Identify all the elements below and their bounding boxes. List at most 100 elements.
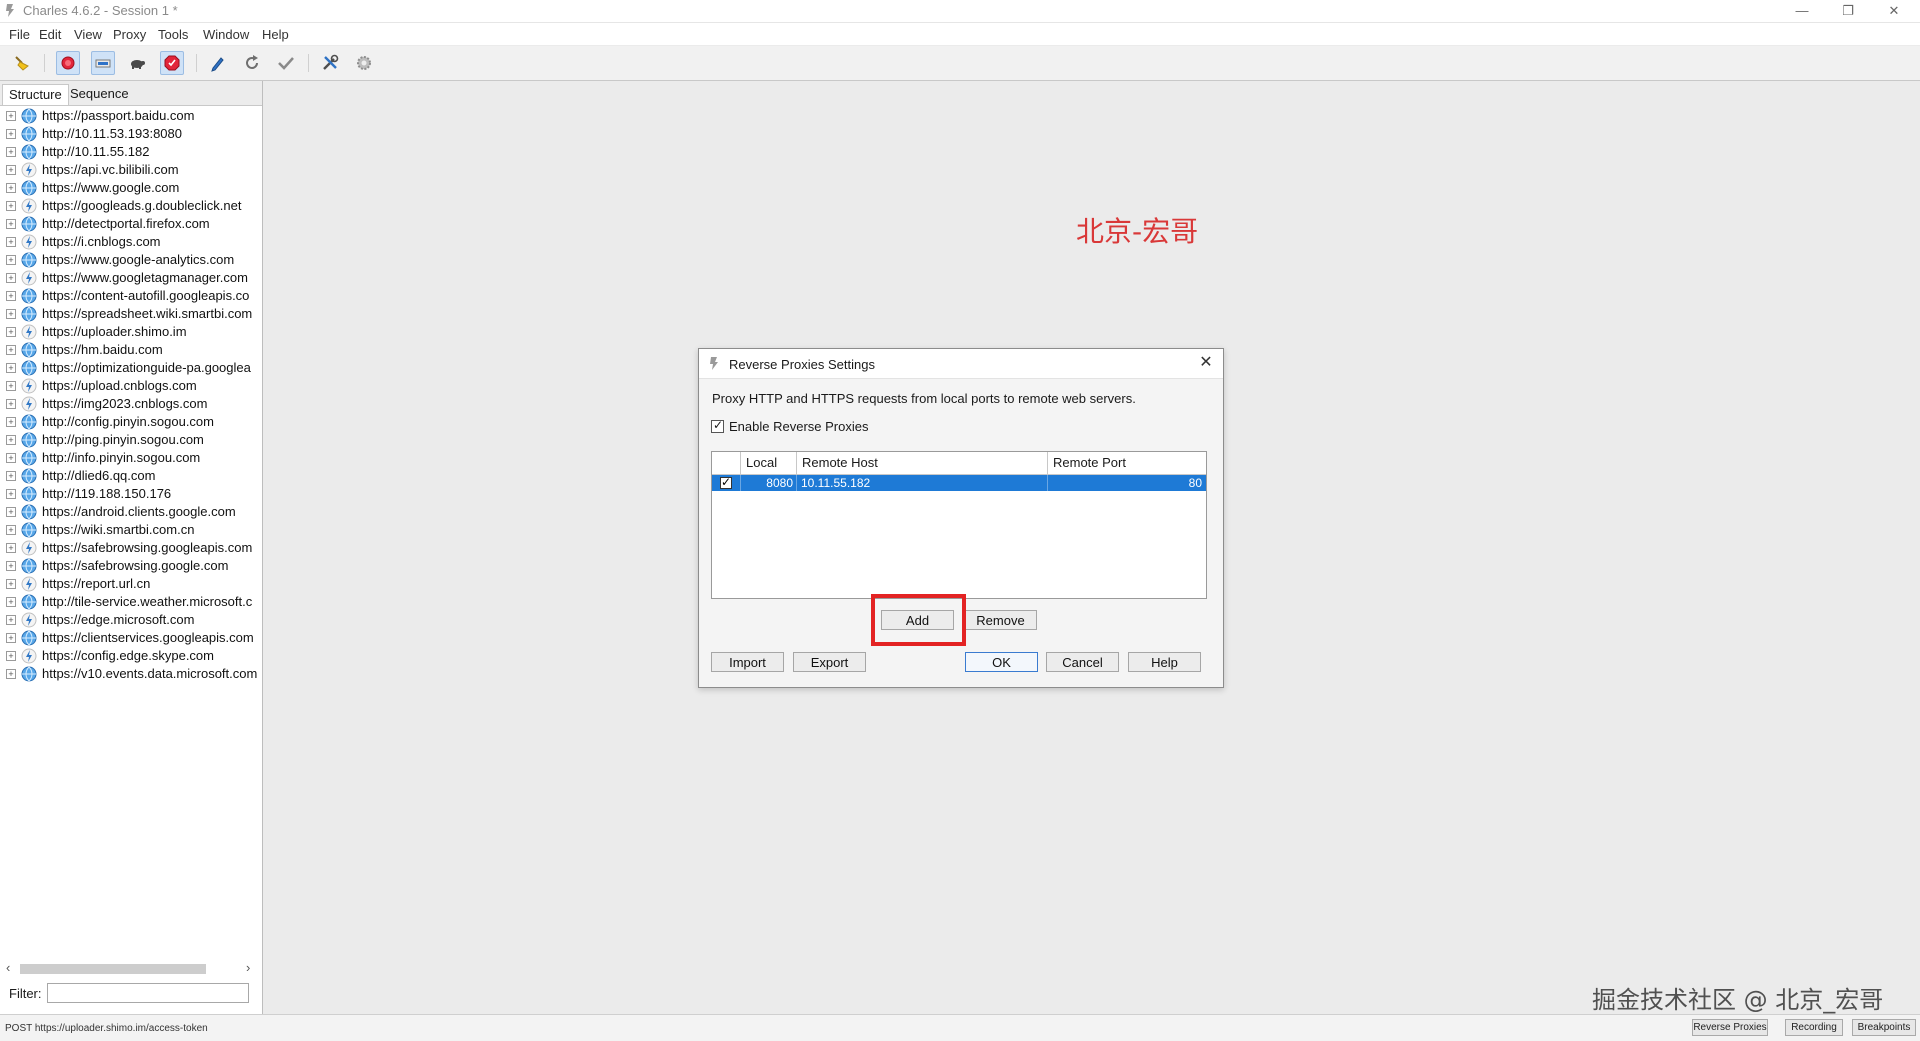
tree-row[interactable]: + https://safebrowsing.googleapis.com <box>0 539 262 557</box>
menu-view[interactable]: View <box>74 27 102 42</box>
tree-row[interactable]: + https://v10.events.data.microsoft.com <box>0 665 262 683</box>
tree-row[interactable]: + http://dlied6.qq.com <box>0 467 262 485</box>
tree-row[interactable]: + https://googleads.g.doubleclick.net <box>0 197 262 215</box>
tree-row[interactable]: + https://report.url.cn <box>0 575 262 593</box>
expand-icon[interactable]: + <box>6 381 16 391</box>
menu-file[interactable]: File <box>9 27 30 42</box>
close-window-button[interactable]: ✕ <box>1872 0 1916 22</box>
expand-icon[interactable]: + <box>6 201 16 211</box>
expand-icon[interactable]: + <box>6 111 16 121</box>
expand-icon[interactable]: + <box>6 291 16 301</box>
tree-row[interactable]: + http://119.188.150.176 <box>0 485 262 503</box>
gear-icon[interactable] <box>352 51 376 75</box>
expand-icon[interactable]: + <box>6 615 16 625</box>
cancel-button[interactable]: Cancel <box>1046 652 1119 672</box>
filter-input[interactable] <box>47 983 249 1003</box>
row-enabled-checkbox[interactable]: ✓ <box>720 475 732 489</box>
enable-checkbox-icon[interactable]: ✓ <box>711 418 724 433</box>
tree-row[interactable]: + https://hm.baidu.com <box>0 341 262 359</box>
refresh-icon[interactable] <box>240 51 264 75</box>
turtle-icon[interactable] <box>125 51 149 75</box>
tree-row[interactable]: + https://spreadsheet.wiki.smartbi.com <box>0 305 262 323</box>
tree-row[interactable]: + http://tile-service.weather.microsoft.c <box>0 593 262 611</box>
tree-row[interactable]: + https://www.google.com <box>0 179 262 197</box>
menu-help[interactable]: Help <box>262 27 289 42</box>
breakpoint-icon[interactable] <box>160 51 184 75</box>
menu-edit[interactable]: Edit <box>39 27 61 42</box>
tree-row[interactable]: + http://ping.pinyin.sogou.com <box>0 431 262 449</box>
menu-tools[interactable]: Tools <box>158 27 188 42</box>
tree-row[interactable]: + https://optimizationguide-pa.googlea <box>0 359 262 377</box>
tree-row[interactable]: + http://10.11.55.182 <box>0 143 262 161</box>
tree-row[interactable]: + https://edge.microsoft.com <box>0 611 262 629</box>
expand-icon[interactable]: + <box>6 651 16 661</box>
expand-icon[interactable]: + <box>6 669 16 679</box>
column-remote-host[interactable]: Remote Host <box>796 452 1047 474</box>
expand-icon[interactable]: + <box>6 147 16 157</box>
minimize-button[interactable]: — <box>1780 0 1824 22</box>
expand-icon[interactable]: + <box>6 327 16 337</box>
expand-icon[interactable]: + <box>6 597 16 607</box>
expand-icon[interactable]: + <box>6 237 16 247</box>
expand-icon[interactable]: + <box>6 579 16 589</box>
status-recording-button[interactable]: Recording <box>1785 1019 1843 1036</box>
scroll-left-icon[interactable]: ‹ <box>6 960 10 975</box>
expand-icon[interactable]: + <box>6 309 16 319</box>
record-icon[interactable] <box>56 51 80 75</box>
expand-icon[interactable]: + <box>6 471 16 481</box>
tree-row[interactable]: + http://detectportal.firefox.com <box>0 215 262 233</box>
expand-icon[interactable]: + <box>6 255 16 265</box>
tree-row[interactable]: + https://www.googletagmanager.com <box>0 269 262 287</box>
menu-proxy[interactable]: Proxy <box>113 27 146 42</box>
tree-row[interactable]: + http://10.11.53.193:8080 <box>0 125 262 143</box>
table-row[interactable]: ✓ 8080 10.11.55.182 80 <box>712 475 1206 491</box>
column-remote-port[interactable]: Remote Port <box>1047 452 1206 474</box>
tree-horizontal-scrollbar[interactable]: ‹ › <box>6 960 254 975</box>
expand-icon[interactable]: + <box>6 525 16 535</box>
tree-row[interactable]: + http://config.pinyin.sogou.com <box>0 413 262 431</box>
expand-icon[interactable]: + <box>6 363 16 373</box>
restore-button[interactable]: ❐ <box>1826 0 1870 22</box>
broom-icon[interactable] <box>10 51 34 75</box>
column-local-port[interactable]: Local Port <box>740 452 796 492</box>
menu-window[interactable]: Window <box>203 27 249 42</box>
tree-row[interactable]: + https://www.google-analytics.com <box>0 251 262 269</box>
check-icon[interactable] <box>274 51 298 75</box>
scroll-thumb[interactable] <box>20 964 206 974</box>
tree-row[interactable]: + https://wiki.smartbi.com.cn <box>0 521 262 539</box>
expand-icon[interactable]: + <box>6 219 16 229</box>
expand-icon[interactable]: + <box>6 507 16 517</box>
tools-icon[interactable] <box>318 51 342 75</box>
expand-icon[interactable]: + <box>6 435 16 445</box>
tree-row[interactable]: + https://clientservices.googleapis.com <box>0 629 262 647</box>
scroll-right-icon[interactable]: › <box>246 960 250 975</box>
tab-sequence[interactable]: Sequence <box>64 84 135 104</box>
expand-icon[interactable]: + <box>6 399 16 409</box>
tree-row[interactable]: + https://safebrowsing.google.com <box>0 557 262 575</box>
tree-row[interactable]: + https://i.cnblogs.com <box>0 233 262 251</box>
status-breakpoints-button[interactable]: Breakpoints <box>1852 1019 1916 1036</box>
status-reverse-proxies-button[interactable]: Reverse Proxies <box>1692 1019 1768 1036</box>
tree-row[interactable]: + https://img2023.cnblogs.com <box>0 395 262 413</box>
ok-button[interactable]: OK <box>965 652 1038 672</box>
pen-icon[interactable] <box>206 51 230 75</box>
expand-icon[interactable]: + <box>6 129 16 139</box>
tree-row[interactable]: + https://android.clients.google.com <box>0 503 262 521</box>
dialog-close-icon[interactable]: ✕ <box>1195 353 1217 373</box>
expand-icon[interactable]: + <box>6 453 16 463</box>
tree-row[interactable]: + https://content-autofill.googleapis.co <box>0 287 262 305</box>
help-button[interactable]: Help <box>1128 652 1201 672</box>
expand-icon[interactable]: + <box>6 543 16 553</box>
expand-icon[interactable]: + <box>6 165 16 175</box>
remove-button[interactable]: Remove <box>964 610 1037 630</box>
expand-icon[interactable]: + <box>6 273 16 283</box>
throttle-icon[interactable] <box>91 51 115 75</box>
export-button[interactable]: Export <box>793 652 866 672</box>
expand-icon[interactable]: + <box>6 633 16 643</box>
expand-icon[interactable]: + <box>6 489 16 499</box>
tree-row[interactable]: + https://api.vc.bilibili.com <box>0 161 262 179</box>
tab-structure[interactable]: Structure <box>2 84 69 105</box>
expand-icon[interactable]: + <box>6 561 16 571</box>
tree-row[interactable]: + https://passport.baidu.com <box>0 107 262 125</box>
tree-row[interactable]: + https://config.edge.skype.com <box>0 647 262 665</box>
